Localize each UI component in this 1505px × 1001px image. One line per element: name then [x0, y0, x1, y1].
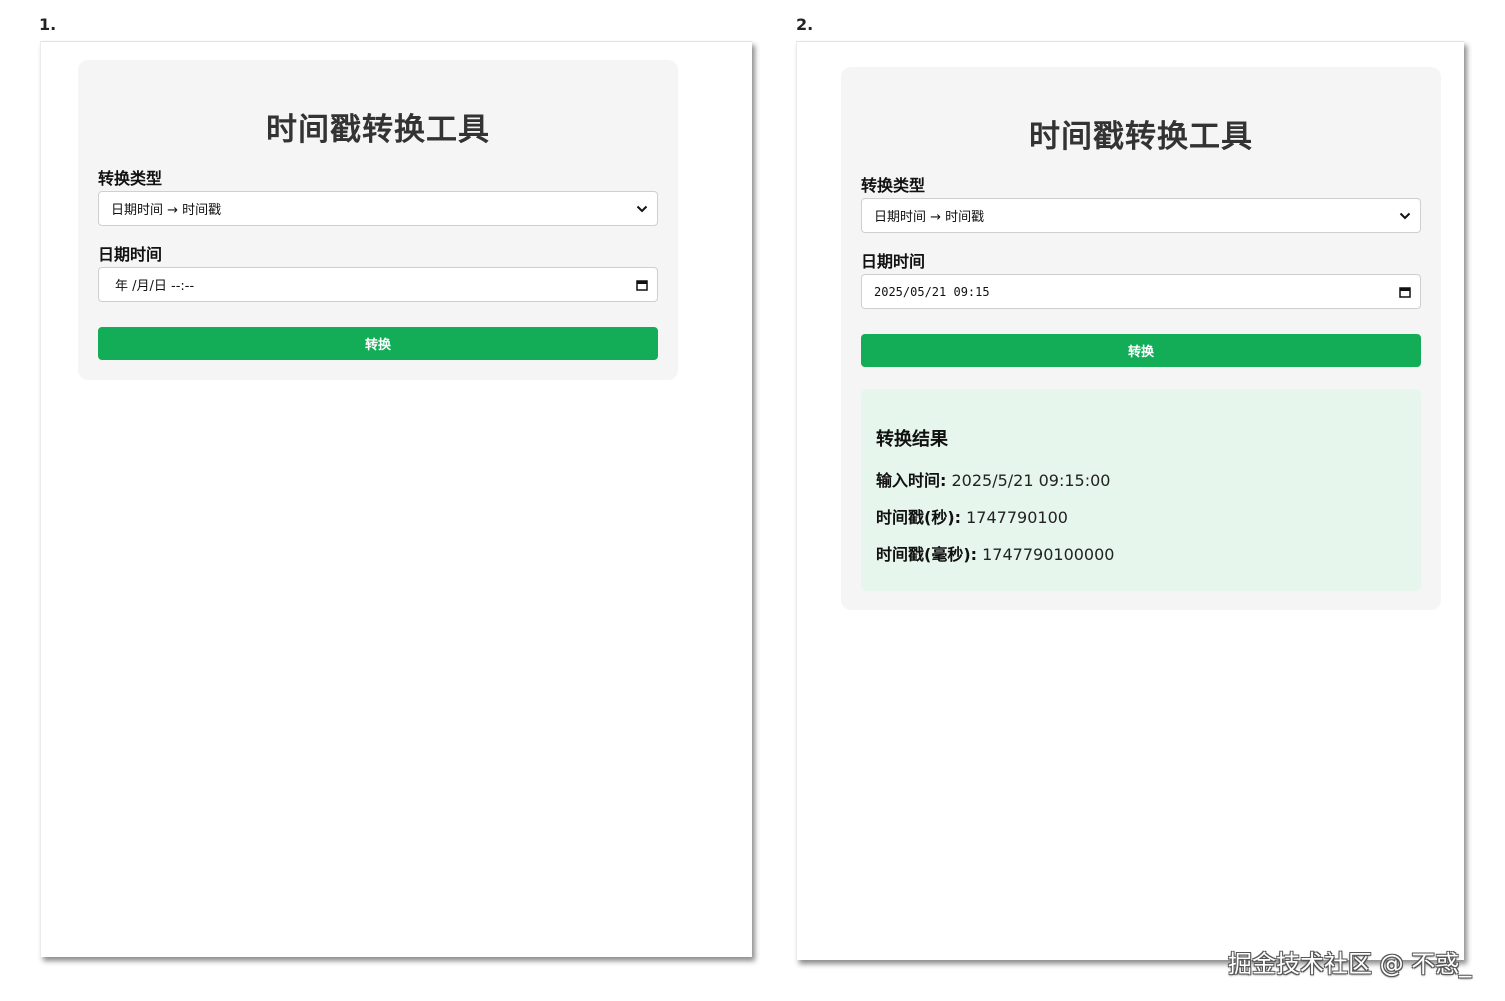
converter-card: 时间戳转换工具 转换类型 日期时间 → 时间戳 日期时间 2025/05/21 … — [841, 67, 1441, 610]
screenshot-stage: 1. 时间戳转换工具 转换类型 日期时间 → 时间戳 日期时间 年 /月/日 -… — [0, 0, 1505, 1001]
result-ms-label: 时间戳(毫秒): — [876, 545, 978, 564]
convert-button[interactable]: 转换 — [98, 327, 658, 360]
conversion-type-select[interactable]: 日期时间 → 时间戳 — [98, 191, 658, 226]
datetime-input[interactable]: 2025/05/21 09:15 — [861, 274, 1421, 309]
chevron-down-icon — [635, 202, 649, 216]
step-number-1: 1. — [39, 15, 57, 34]
select-value: 日期时间 → 时间戳 — [111, 203, 222, 218]
result-ms-value: 1747790100000 — [982, 545, 1115, 564]
result-seconds-label: 时间戳(秒): — [876, 508, 962, 527]
datetime-label: 日期时间 — [861, 252, 926, 271]
watermark: 掘金技术社区 @ 不惑_ — [1228, 950, 1472, 978]
converter-card: 时间戳转换工具 转换类型 日期时间 → 时间戳 日期时间 年 /月/日 --:-… — [78, 60, 678, 380]
browser-frame-1: 时间戳转换工具 转换类型 日期时间 → 时间戳 日期时间 年 /月/日 --:-… — [40, 41, 752, 957]
result-timestamp-seconds: 时间戳(秒): 1747790100 — [876, 504, 1068, 528]
step-number-2: 2. — [796, 15, 814, 34]
page-title: 时间戳转换工具 — [1029, 119, 1253, 155]
result-timestamp-milliseconds: 时间戳(毫秒): 1747790100000 — [876, 541, 1114, 565]
result-box: 转换结果 输入时间: 2025/5/21 09:15:00 时间戳(秒): 17… — [861, 389, 1421, 591]
select-value: 日期时间 → 时间戳 — [874, 210, 985, 225]
calendar-icon[interactable] — [1398, 285, 1412, 299]
datetime-value: 年 /月/日 --:-- — [115, 279, 195, 294]
result-input-label: 输入时间: — [876, 471, 947, 490]
datetime-value: 2025/05/21 09:15 — [874, 284, 990, 299]
conversion-type-select[interactable]: 日期时间 → 时间戳 — [861, 198, 1421, 233]
datetime-input[interactable]: 年 /月/日 --:-- — [98, 267, 658, 302]
page-title: 时间戳转换工具 — [266, 112, 490, 148]
conversion-type-label: 转换类型 — [861, 176, 926, 195]
convert-button[interactable]: 转换 — [861, 334, 1421, 367]
datetime-label: 日期时间 — [98, 245, 163, 264]
result-input-time: 输入时间: 2025/5/21 09:15:00 — [876, 467, 1110, 491]
conversion-type-label: 转换类型 — [98, 169, 163, 188]
chevron-down-icon — [1398, 209, 1412, 223]
calendar-icon[interactable] — [635, 278, 649, 292]
result-input-value: 2025/5/21 09:15:00 — [951, 471, 1111, 490]
result-seconds-value: 1747790100 — [966, 508, 1068, 527]
browser-frame-2: 时间戳转换工具 转换类型 日期时间 → 时间戳 日期时间 2025/05/21 … — [796, 41, 1464, 960]
result-title: 转换结果 — [876, 429, 948, 450]
